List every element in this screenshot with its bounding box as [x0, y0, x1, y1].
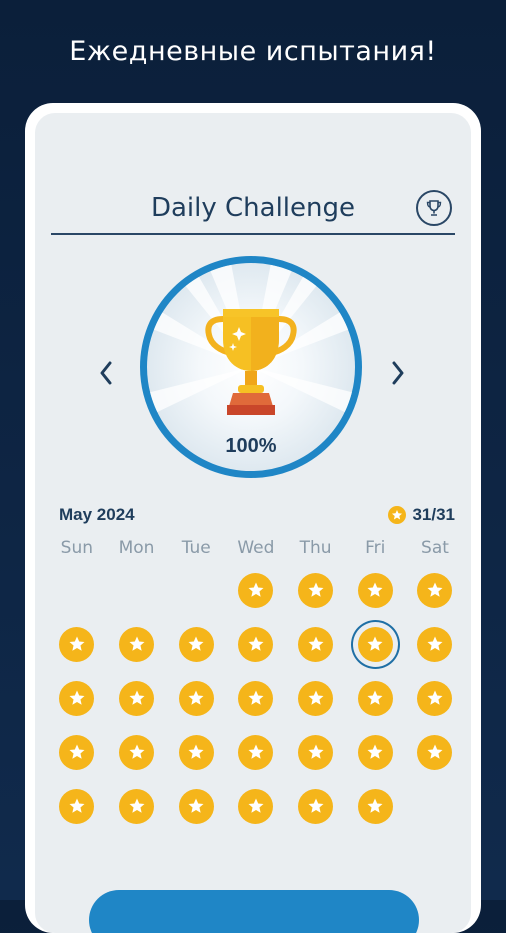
title-divider [51, 233, 455, 235]
calendar-day-16[interactable] [286, 671, 346, 725]
trophies-button[interactable] [416, 190, 452, 226]
calendar-empty-cell [166, 563, 226, 617]
next-month-button[interactable] [383, 358, 413, 388]
star-icon [59, 734, 95, 770]
calendar-day-3[interactable] [345, 563, 405, 617]
calendar-day-28[interactable] [166, 779, 226, 833]
star-icon [417, 626, 453, 662]
page-headline: Ежедневные испытания! [69, 36, 437, 67]
calendar-day-2[interactable] [286, 563, 346, 617]
trophy-icon [205, 309, 297, 415]
daily-challenge-card: Daily Challenge 100% May 2024 31/31 Sun … [35, 113, 471, 933]
star-icon [298, 734, 334, 770]
weekday-sun: Sun [60, 538, 94, 558]
weekday-fri: Fri [365, 538, 386, 558]
star-icon [357, 572, 393, 608]
calendar-day-11[interactable] [405, 617, 465, 671]
star-icon [238, 788, 274, 824]
calendar-day-24[interactable] [345, 725, 405, 779]
calendar-day-25[interactable] [405, 725, 465, 779]
star-icon [298, 572, 334, 608]
star-icon [298, 626, 334, 662]
weekday-tue: Tue [181, 538, 211, 558]
star-icon [178, 788, 214, 824]
calendar-day-31[interactable] [345, 779, 405, 833]
calendar-empty-cell [47, 563, 107, 617]
star-icon [119, 788, 155, 824]
calendar-day-8[interactable] [226, 617, 286, 671]
chevron-left-icon [100, 361, 112, 385]
calendar-day-27[interactable] [107, 779, 167, 833]
chevron-right-icon [392, 361, 404, 385]
star-icon [357, 788, 393, 824]
play-button[interactable] [89, 890, 419, 933]
star-icon [417, 680, 453, 716]
weekday-thu: Thu [299, 538, 332, 558]
trophy-outline-icon [426, 200, 442, 216]
star-icon [119, 734, 155, 770]
calendar-day-17[interactable] [345, 671, 405, 725]
calendar-day-23[interactable] [286, 725, 346, 779]
star-icon [357, 680, 393, 716]
previous-month-button[interactable] [91, 358, 121, 388]
star-icon [417, 734, 453, 770]
calendar-day-19[interactable] [47, 725, 107, 779]
star-icon [178, 680, 214, 716]
calendar-day-14[interactable] [166, 671, 226, 725]
calendar-day-29[interactable] [226, 779, 286, 833]
weekday-sat: Sat [421, 538, 449, 558]
star-icon [417, 572, 453, 608]
star-icon [178, 734, 214, 770]
calendar-day-20[interactable] [107, 725, 167, 779]
weekday-wed: Wed [237, 538, 275, 558]
stars-count-label: 31/31 [412, 505, 455, 524]
star-icon [119, 626, 155, 662]
calendar-day-6[interactable] [107, 617, 167, 671]
star-icon [119, 680, 155, 716]
calendar-day-1[interactable] [226, 563, 286, 617]
calendar-day-10[interactable] [345, 617, 405, 671]
weekday-mon: Mon [118, 538, 155, 558]
calendar-day-12[interactable] [47, 671, 107, 725]
star-icon [298, 788, 334, 824]
star-icon [59, 788, 95, 824]
phone-frame: Daily Challenge 100% May 2024 31/31 Sun … [25, 103, 481, 933]
calendar-day-18[interactable] [405, 671, 465, 725]
star-icon [357, 734, 393, 770]
star-icon [178, 626, 214, 662]
star-icon [59, 680, 95, 716]
calendar-day-15[interactable] [226, 671, 286, 725]
star-icon [357, 626, 393, 662]
calendar-grid [47, 563, 465, 833]
calendar-day-30[interactable] [286, 779, 346, 833]
star-icon [238, 626, 274, 662]
completion-percent: 100% [225, 435, 277, 457]
stars-count: 31/31 [388, 505, 455, 525]
calendar-day-26[interactable] [47, 779, 107, 833]
star-icon [388, 506, 407, 524]
calendar-day-13[interactable] [107, 671, 167, 725]
star-icon [298, 680, 334, 716]
calendar-day-5[interactable] [47, 617, 107, 671]
calendar-day-22[interactable] [226, 725, 286, 779]
progress-ring: 100% [140, 256, 362, 478]
page-title: Daily Challenge [150, 193, 356, 223]
weekday-header: Sun Mon Tue Wed Thu Fri Sat [47, 538, 465, 558]
month-label: May 2024 [59, 505, 135, 524]
star-icon [238, 680, 274, 716]
calendar-day-7[interactable] [166, 617, 226, 671]
star-icon [59, 626, 95, 662]
calendar-day-4[interactable] [405, 563, 465, 617]
star-icon [238, 572, 274, 608]
star-icon [238, 734, 274, 770]
calendar-empty-cell [107, 563, 167, 617]
calendar-day-9[interactable] [286, 617, 346, 671]
calendar-day-21[interactable] [166, 725, 226, 779]
